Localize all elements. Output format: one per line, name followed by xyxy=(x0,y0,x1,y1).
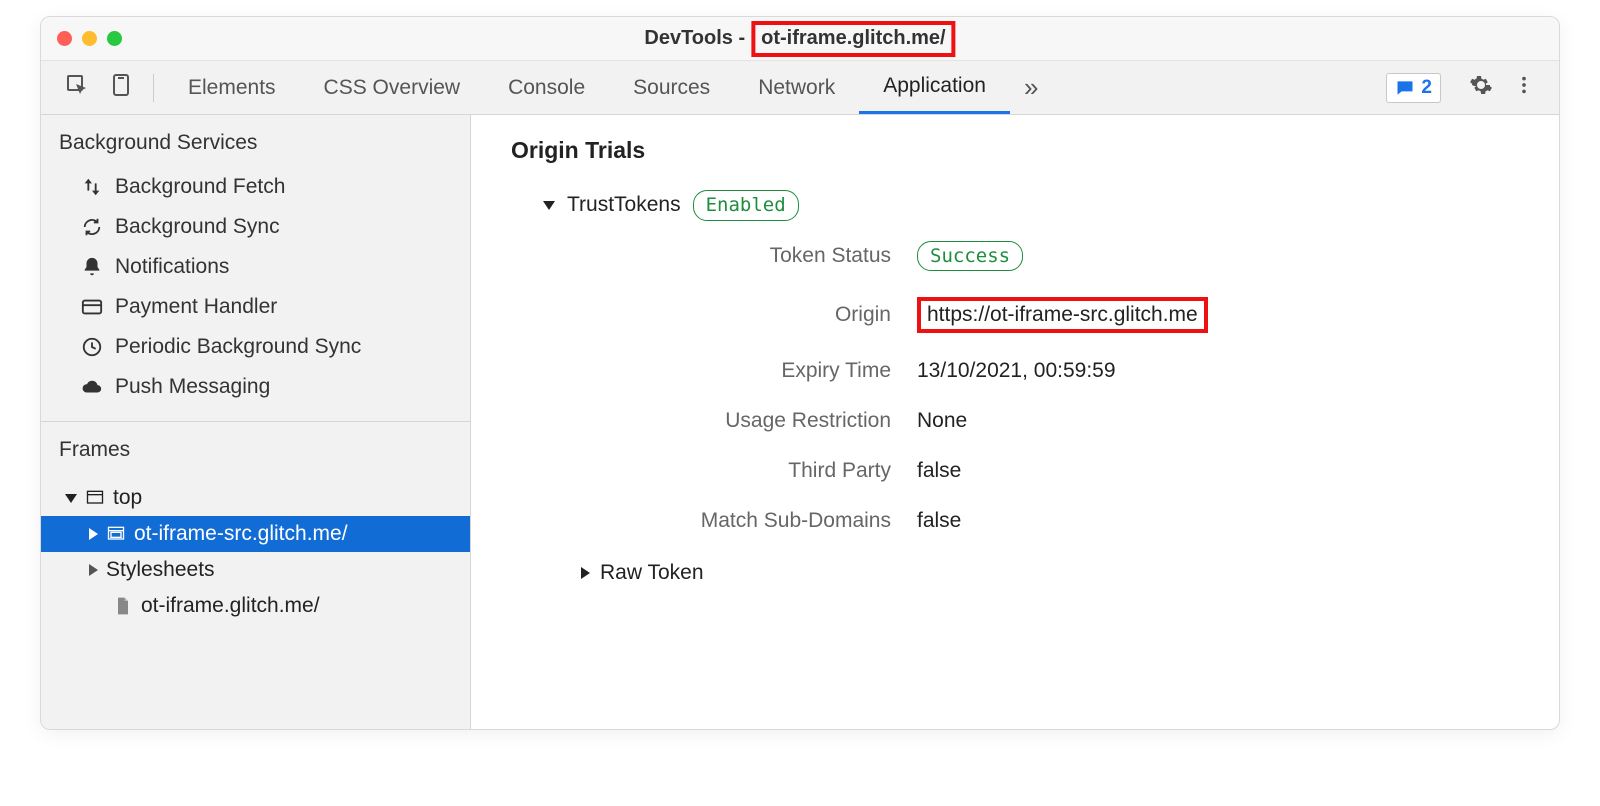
close-window-button[interactable] xyxy=(57,31,72,46)
sync-icon xyxy=(81,216,103,238)
kebab-menu-icon[interactable] xyxy=(1503,68,1545,108)
clock-icon xyxy=(81,336,103,358)
value-expiry: 13/10/2021, 00:59:59 xyxy=(917,359,1519,383)
frame-iframe-selected[interactable]: ot-iframe-src.glitch.me/ xyxy=(41,516,470,552)
chevron-down-icon xyxy=(65,494,77,503)
maximize-window-button[interactable] xyxy=(107,31,122,46)
sidebar-item-push-messaging[interactable]: Push Messaging xyxy=(41,367,470,407)
main-panel: Origin Trials TrustTokens Enabled Token … xyxy=(471,115,1559,729)
tab-sources[interactable]: Sources xyxy=(609,61,734,114)
sidebar-item-periodic-bg-sync[interactable]: Periodic Background Sync xyxy=(41,327,470,367)
frame-page[interactable]: ot-iframe.glitch.me/ xyxy=(41,588,470,624)
tab-console[interactable]: Console xyxy=(484,61,609,114)
tab-application[interactable]: Application xyxy=(859,61,1010,114)
chevron-down-icon xyxy=(543,201,555,210)
sidebar-item-payment-handler[interactable]: Payment Handler xyxy=(41,287,470,327)
arrows-updown-icon xyxy=(81,176,103,198)
panel-body: Background Services Background Fetch Bac… xyxy=(41,115,1559,729)
minimize-window-button[interactable] xyxy=(82,31,97,46)
bell-icon xyxy=(81,256,103,278)
heading-origin-trials: Origin Trials xyxy=(511,137,1519,164)
value-token-status: Success xyxy=(917,241,1519,272)
value-third-party: false xyxy=(917,459,1519,483)
window-title: DevTools - ot-iframe.glitch.me/ xyxy=(644,21,955,57)
document-icon xyxy=(113,596,133,616)
chevron-right-icon xyxy=(581,567,590,579)
window-title-url-highlight: ot-iframe.glitch.me/ xyxy=(751,21,955,57)
cloud-icon xyxy=(81,376,103,398)
frame-top[interactable]: top xyxy=(41,480,470,516)
titlebar: DevTools - ot-iframe.glitch.me/ xyxy=(41,17,1559,61)
raw-token-label: Raw Token xyxy=(600,561,704,585)
raw-token-row[interactable]: Raw Token xyxy=(581,561,1519,585)
sidebar-item-notifications[interactable]: Notifications xyxy=(41,247,470,287)
label-third-party: Third Party xyxy=(571,459,891,483)
label-match-subdomains: Match Sub-Domains xyxy=(571,509,891,533)
settings-icon[interactable] xyxy=(1459,67,1503,109)
separator xyxy=(153,74,154,102)
chevron-right-icon xyxy=(89,564,98,576)
tab-css-overview[interactable]: CSS Overview xyxy=(300,61,485,114)
trial-row[interactable]: TrustTokens Enabled xyxy=(543,190,1519,221)
frame-stylesheets[interactable]: Stylesheets xyxy=(41,552,470,588)
application-sidebar: Background Services Background Fetch Bac… xyxy=(41,115,471,729)
frames-tree: top ot-iframe-src.glitch.me/ Stylesheets… xyxy=(41,474,470,642)
devtools-tabbar: Elements CSS Overview Console Sources Ne… xyxy=(41,61,1559,115)
label-origin: Origin xyxy=(571,303,891,327)
tab-elements[interactable]: Elements xyxy=(164,61,300,114)
inspect-element-icon[interactable] xyxy=(55,67,99,109)
value-origin: https://ot-iframe-src.glitch.me xyxy=(917,297,1519,333)
section-frames: Frames xyxy=(41,422,470,474)
value-match-subdomains: false xyxy=(917,509,1519,533)
window-title-prefix: DevTools - xyxy=(644,27,745,50)
value-usage-restriction: None xyxy=(917,409,1519,433)
devtools-window: DevTools - ot-iframe.glitch.me/ Elements… xyxy=(40,16,1560,730)
iframe-icon xyxy=(106,524,126,544)
window-icon xyxy=(85,488,105,508)
sidebar-item-background-sync[interactable]: Background Sync xyxy=(41,207,470,247)
messages-count: 2 xyxy=(1421,77,1432,99)
chevron-right-icon xyxy=(89,528,98,540)
more-tabs-icon[interactable]: » xyxy=(1010,72,1052,103)
trial-details: Token Status Success Origin https://ot-i… xyxy=(571,241,1519,534)
messages-indicator[interactable]: 2 xyxy=(1386,73,1441,103)
credit-card-icon xyxy=(81,296,103,318)
label-expiry: Expiry Time xyxy=(571,359,891,383)
label-usage-restriction: Usage Restriction xyxy=(571,409,891,433)
label-token-status: Token Status xyxy=(571,244,891,268)
window-controls xyxy=(57,31,122,46)
section-background-services: Background Services xyxy=(41,115,470,167)
trial-status-pill: Enabled xyxy=(693,190,799,221)
device-toolbar-icon[interactable] xyxy=(99,67,143,109)
sidebar-item-background-fetch[interactable]: Background Fetch xyxy=(41,167,470,207)
trial-name: TrustTokens xyxy=(567,193,681,217)
tab-network[interactable]: Network xyxy=(734,61,859,114)
message-icon xyxy=(1395,78,1415,98)
